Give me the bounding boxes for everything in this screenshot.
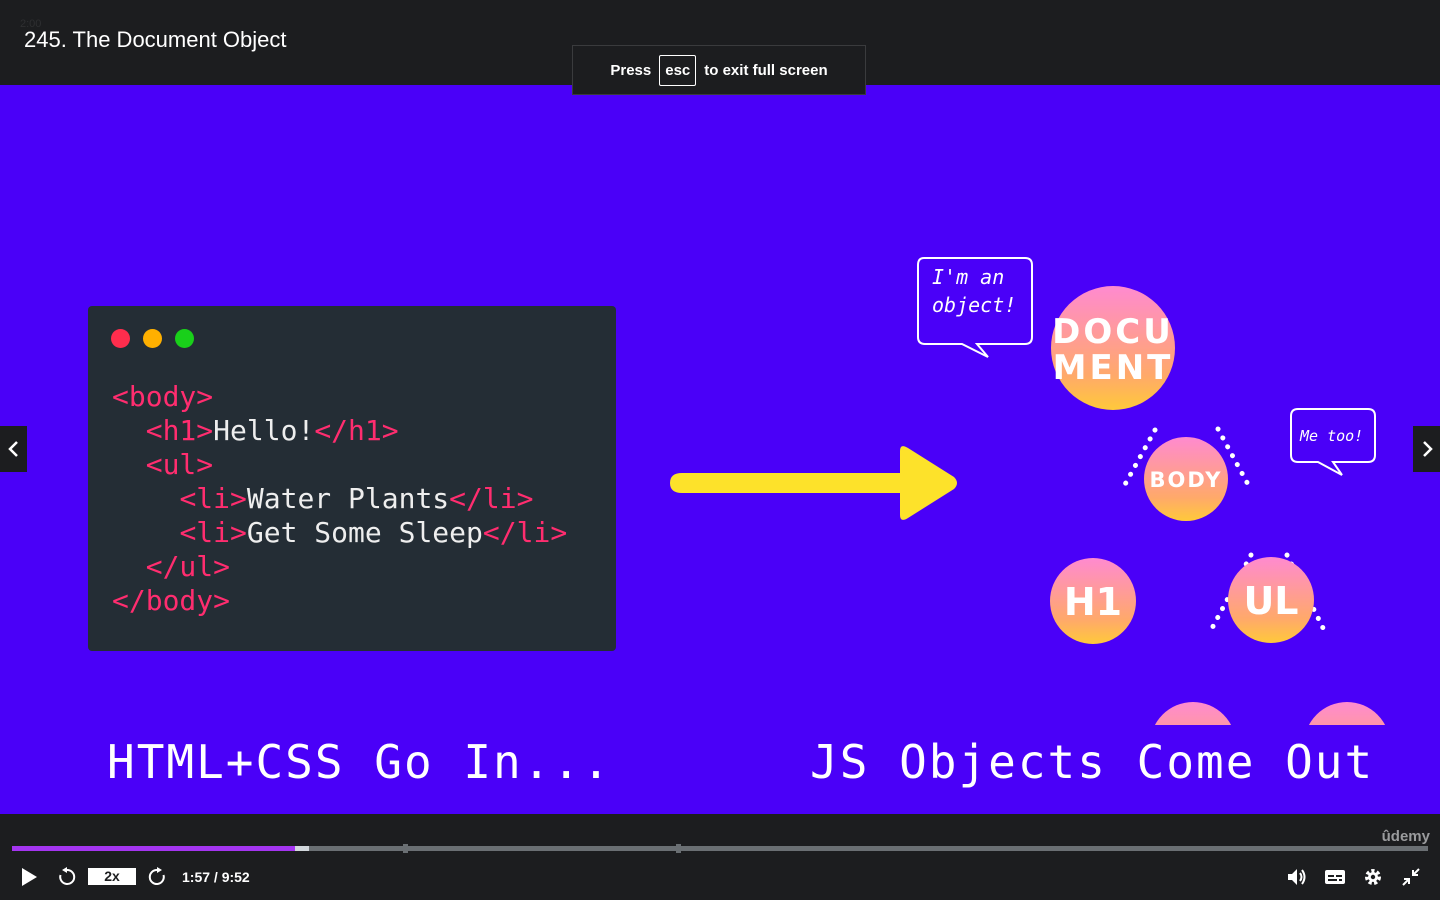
- code-line: <ul>: [145, 448, 214, 481]
- rewind-button[interactable]: [56, 864, 78, 890]
- rewind-icon: [59, 867, 76, 885]
- progress-bar[interactable]: [12, 844, 1428, 853]
- udemy-watermark: ûdemy: [1381, 828, 1430, 845]
- code-line: </ul>: [145, 550, 231, 583]
- play-button[interactable]: [18, 864, 40, 890]
- code-window: <body> <h1>Hello!</h1> <ul> <li>Water Pl…: [88, 306, 616, 651]
- previous-lecture-button[interactable]: [0, 426, 27, 472]
- toast-prefix: Press: [610, 61, 652, 79]
- code-line: </body>: [112, 584, 231, 617]
- chapter-marker: [403, 844, 408, 853]
- volume-icon: [1288, 869, 1306, 885]
- bubble-document-line1: I'm an: [932, 265, 1004, 289]
- player-controls: ûdemy 2x 1:57 / 9:52: [0, 814, 1440, 900]
- video-title: 245. The Document Object: [24, 27, 287, 52]
- code-line: <li>Get Some Sleep</li>: [179, 516, 568, 549]
- node-document-label-2: MENT: [1053, 348, 1174, 388]
- progress-played: [12, 846, 296, 851]
- fullscreen-toast: Press esc to exit full screen: [572, 45, 866, 95]
- code-line: <h1>Hello!</h1>: [145, 414, 399, 447]
- chevron-left-icon: [7, 441, 18, 457]
- dom-tree-diagram: I'm an object! Me too! DOCU MENT BODY H1…: [917, 257, 1386, 725]
- code-line: <body>: [112, 380, 214, 413]
- code-block: <body> <h1>Hello!</h1> <ul> <li>Water Pl…: [112, 380, 567, 618]
- play-icon: [22, 868, 37, 886]
- captions-button[interactable]: [1323, 864, 1347, 890]
- bubble-ul-text: Me too!: [1299, 427, 1363, 445]
- node-h1-label: H1: [1064, 580, 1122, 624]
- video-slide[interactable]: <body> <h1>Hello!</h1> <ul> <li>Water Pl…: [0, 85, 1440, 814]
- node-li-right: [1308, 702, 1386, 725]
- right-caption: JS Objects Come Out: [810, 735, 1375, 789]
- exit-fullscreen-button[interactable]: [1399, 864, 1423, 890]
- node-body-label: BODY: [1150, 468, 1223, 492]
- settings-button[interactable]: [1361, 864, 1385, 890]
- window-close-dot: [111, 329, 130, 348]
- toast-suffix: to exit full screen: [704, 61, 828, 79]
- node-li-right-label: LI: [1328, 724, 1366, 725]
- volume-button[interactable]: [1285, 864, 1309, 890]
- bubble-document-line2: object!: [932, 293, 1016, 317]
- node-li-left-label: LI: [1174, 724, 1212, 725]
- esc-key: esc: [659, 54, 697, 86]
- forward-icon: [148, 867, 165, 885]
- chapter-marker: [676, 844, 681, 853]
- next-lecture-button[interactable]: [1413, 426, 1440, 472]
- left-caption: HTML+CSS Go In...: [107, 735, 612, 789]
- window-minimize-dot: [143, 329, 162, 348]
- settings-icon: [1365, 869, 1381, 885]
- code-line: <li>Water Plants</li>: [179, 482, 534, 515]
- time-display: 1:57 / 9:52: [182, 869, 250, 885]
- playback-rate-button[interactable]: 2x: [88, 868, 136, 885]
- node-ul-label: UL: [1243, 579, 1298, 623]
- forward-button[interactable]: [146, 864, 168, 890]
- captions-icon: [1325, 870, 1345, 884]
- exit-fullscreen-icon: [1402, 868, 1420, 886]
- node-document-label-1: DOCU: [1052, 312, 1174, 352]
- node-li-left: [1154, 702, 1232, 725]
- window-maximize-dot: [175, 329, 194, 348]
- chevron-right-icon: [1422, 441, 1433, 457]
